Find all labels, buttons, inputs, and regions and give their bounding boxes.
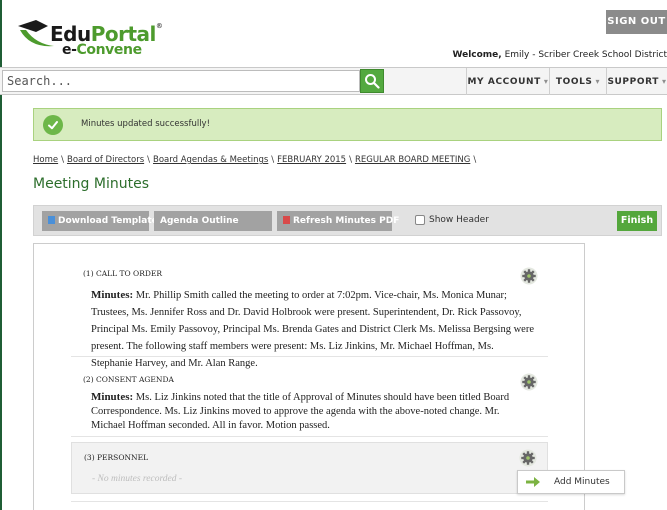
agenda-item-minutes[interactable]: Minutes: Mr. Phillip Smith called the me… <box>91 287 536 372</box>
gear-icon[interactable] <box>520 373 538 391</box>
success-message: Minutes updated successfully! <box>81 119 210 129</box>
breadcrumb-separator: \ <box>61 155 64 165</box>
doc-icon <box>48 216 55 224</box>
show-header-toggle[interactable]: Show Header <box>415 215 489 225</box>
success-alert: Minutes updated successfully! <box>33 108 662 141</box>
minutes-content-panel: (1) CALL TO ORDER Minutes: Mr. Phillip S… <box>33 243 585 510</box>
logo-subtext: e-Convene <box>62 42 142 58</box>
breadcrumb-separator: \ <box>349 155 352 165</box>
agenda-item-next <box>71 501 548 510</box>
agenda-item-minutes[interactable]: Minutes: Ms. Liz Jinkins noted that the … <box>91 390 536 433</box>
search-bar: MY ACCOUNT▾ TOOLS▾ SUPPORT▾ <box>0 67 667 95</box>
caret-down-icon: ▾ <box>595 77 601 86</box>
nav-my-account[interactable]: MY ACCOUNT ▾ <box>466 68 549 95</box>
agenda-item-title: (2) CONSENT AGENDA <box>83 375 174 384</box>
check-icon <box>43 115 63 135</box>
search-icon <box>365 74 380 89</box>
nav-tools[interactable]: TOOLS ▾ <box>549 68 606 95</box>
no-minutes-placeholder: - No minutes recorded - <box>92 474 183 484</box>
show-header-checkbox[interactable] <box>415 215 425 225</box>
agenda-outline-button[interactable]: Agenda Outline <box>154 211 272 231</box>
gear-dropdown-menu: Add Minutes <box>517 470 625 494</box>
page-title: Meeting Minutes <box>33 176 150 192</box>
gear-icon[interactable] <box>520 267 538 285</box>
download-template-button[interactable]: Download Template <box>42 211 158 231</box>
breadcrumb-home[interactable]: Home <box>33 155 58 165</box>
breadcrumb: Home \ Board of Directors \ Board Agendas & … <box>33 155 479 165</box>
edu-portal-logo[interactable]: EduPortal® e-Convene <box>16 14 186 58</box>
search-input[interactable] <box>2 70 360 92</box>
refresh-minutes-pdf-button[interactable]: Refresh Minutes PDF <box>277 211 399 231</box>
caret-down-icon: ▾ <box>661 77 667 86</box>
agenda-item-title: (3) PERSONNEL <box>84 453 149 462</box>
caret-down-icon: ▾ <box>543 77 549 86</box>
arrow-right-icon <box>526 477 540 487</box>
breadcrumb-separator: \ <box>147 155 151 165</box>
gear-icon[interactable] <box>519 449 537 467</box>
breadcrumb-separator: \ <box>473 155 477 165</box>
agenda-item-call-to-order: (1) CALL TO ORDER Minutes: Mr. Phillip S… <box>71 259 548 369</box>
agenda-item-personnel: (3) PERSONNEL - No minutes recorded - <box>71 442 548 494</box>
breadcrumb-board-agendas[interactable]: Board Agendas & Meetings <box>153 155 268 165</box>
breadcrumb-separator: \ <box>271 155 275 165</box>
minutes-toolbar: Download Template Agenda Outline Refresh… <box>33 205 662 236</box>
welcome-message: Welcome, Emily - Scriber Creek School Di… <box>452 50 667 60</box>
agenda-item-title: (1) CALL TO ORDER <box>83 269 162 278</box>
search-button[interactable] <box>360 69 384 93</box>
breadcrumb-board-of-directors[interactable]: Board of Directors <box>67 155 144 165</box>
breadcrumb-regular-board-meeting[interactable]: REGULAR BOARD MEETING <box>355 155 470 165</box>
breadcrumb-february-2015[interactable]: FEBRUARY 2015 <box>277 155 346 165</box>
add-minutes-menu-item[interactable]: Add Minutes <box>554 477 610 487</box>
main-nav: MY ACCOUNT ▾ TOOLS ▾ SUPPORT ▾ <box>466 68 667 95</box>
nav-support[interactable]: SUPPORT ▾ <box>606 68 667 95</box>
pdf-icon <box>283 216 290 224</box>
finish-button[interactable]: Finish <box>617 211 657 231</box>
sign-out-button[interactable]: SIGN OUT <box>606 10 667 34</box>
agenda-item-consent-agenda: (2) CONSENT AGENDA Minutes: Ms. Liz Jink… <box>71 365 548 437</box>
